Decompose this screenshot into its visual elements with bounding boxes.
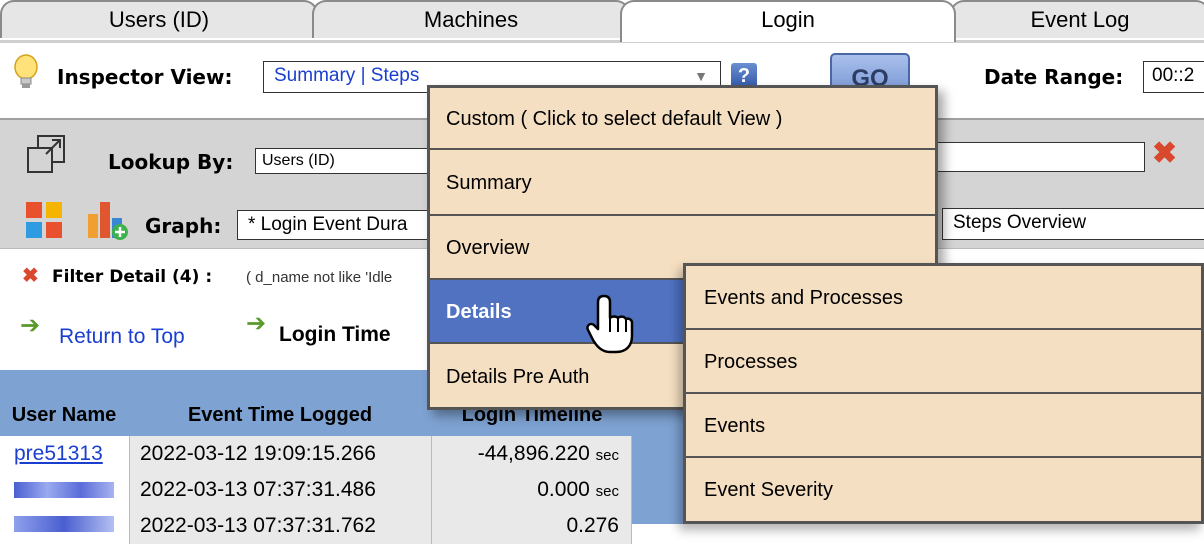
inspector-view-value: Summary | Steps: [274, 65, 420, 86]
date-range-input[interactable]: 00::2: [1143, 61, 1204, 93]
tab-event-log[interactable]: Event Log: [950, 0, 1204, 38]
redacted-user-name: [14, 482, 114, 498]
lookup-value-input[interactable]: [935, 142, 1145, 172]
filter-detail-label: Filter Detail (4) :: [52, 267, 213, 287]
login-time-link[interactable]: Login Time: [279, 323, 391, 347]
submenu-item-processes[interactable]: Processes: [686, 330, 1201, 394]
menu-item-custom[interactable]: Custom ( Click to select default View ): [430, 88, 935, 150]
submenu-item-events-and-processes[interactable]: Events and Processes: [686, 266, 1201, 330]
tab-machines[interactable]: Machines: [312, 0, 630, 38]
filter-detail-text: ( d_name not like 'Idle: [246, 269, 393, 286]
menu-item-summary[interactable]: Summary: [430, 150, 935, 216]
remove-filter-icon[interactable]: ✖: [22, 263, 39, 288]
timeline-value: -44,896.220: [477, 442, 590, 465]
tab-label: Users (ID): [108, 7, 210, 32]
timeline-cell: -44,896.220 sec: [432, 436, 632, 472]
timeline-cell: 0.000 sec: [432, 472, 632, 508]
timeline-value: 0.000: [537, 478, 590, 501]
column-header-event-time[interactable]: Event Time Logged: [130, 396, 430, 434]
unit-label: sec: [595, 447, 619, 464]
lookup-by-label: Lookup By:: [108, 150, 234, 174]
tab-label: Event Log: [1030, 7, 1130, 32]
date-range-label: Date Range:: [984, 65, 1124, 89]
popout-window-icon[interactable]: [26, 134, 68, 176]
table-row: 2022-03-13 07:37:31.762 0.276: [0, 508, 640, 544]
timeline-cell: 0.276: [432, 508, 632, 544]
lightbulb-icon: [14, 54, 38, 88]
tab-label: Login: [761, 7, 815, 32]
event-time-cell: 2022-03-12 19:09:15.266: [130, 436, 432, 472]
refresh-icon[interactable]: [24, 200, 66, 242]
submenu-item-event-severity[interactable]: Event Severity: [686, 458, 1201, 522]
event-time-cell: 2022-03-13 07:37:31.762: [130, 508, 432, 544]
add-chart-icon[interactable]: [86, 198, 130, 242]
hand-cursor-icon: [586, 294, 634, 354]
column-header-user[interactable]: User Name: [0, 396, 128, 434]
steps-overview-select[interactable]: Steps Overview: [942, 208, 1204, 240]
details-submenu: Events and Processes Processes Events Ev…: [683, 263, 1204, 524]
tab-label: Machines: [423, 7, 519, 32]
lookup-by-select[interactable]: Users (ID): [255, 148, 435, 174]
return-to-top-link[interactable]: Return to Top: [59, 325, 185, 349]
redacted-user-name: [14, 516, 114, 532]
user-link[interactable]: [0, 508, 130, 544]
arrow-right-icon: ➔: [246, 310, 267, 337]
tab-login[interactable]: Login: [620, 0, 956, 42]
arrow-right-icon: ➔: [20, 312, 41, 339]
table-row: pre51313 2022-03-12 19:09:15.266 -44,896…: [0, 436, 640, 472]
user-link[interactable]: [0, 472, 130, 508]
graph-label: Graph:: [145, 214, 222, 238]
event-time-cell: 2022-03-13 07:37:31.486: [130, 472, 432, 508]
graph-select[interactable]: * Login Event Dura: [237, 210, 437, 240]
clear-x-icon[interactable]: ✖: [1152, 136, 1177, 171]
table-row: 2022-03-13 07:37:31.486 0.000 sec: [0, 472, 640, 508]
submenu-item-events[interactable]: Events: [686, 394, 1201, 458]
tab-bar: Users (ID) Machines Login Event Log: [0, 0, 1204, 42]
user-link[interactable]: pre51313: [0, 436, 130, 472]
tab-users-id[interactable]: Users (ID): [0, 0, 318, 38]
unit-label: sec: [595, 483, 619, 500]
inspector-view-label: Inspector View:: [57, 65, 233, 89]
